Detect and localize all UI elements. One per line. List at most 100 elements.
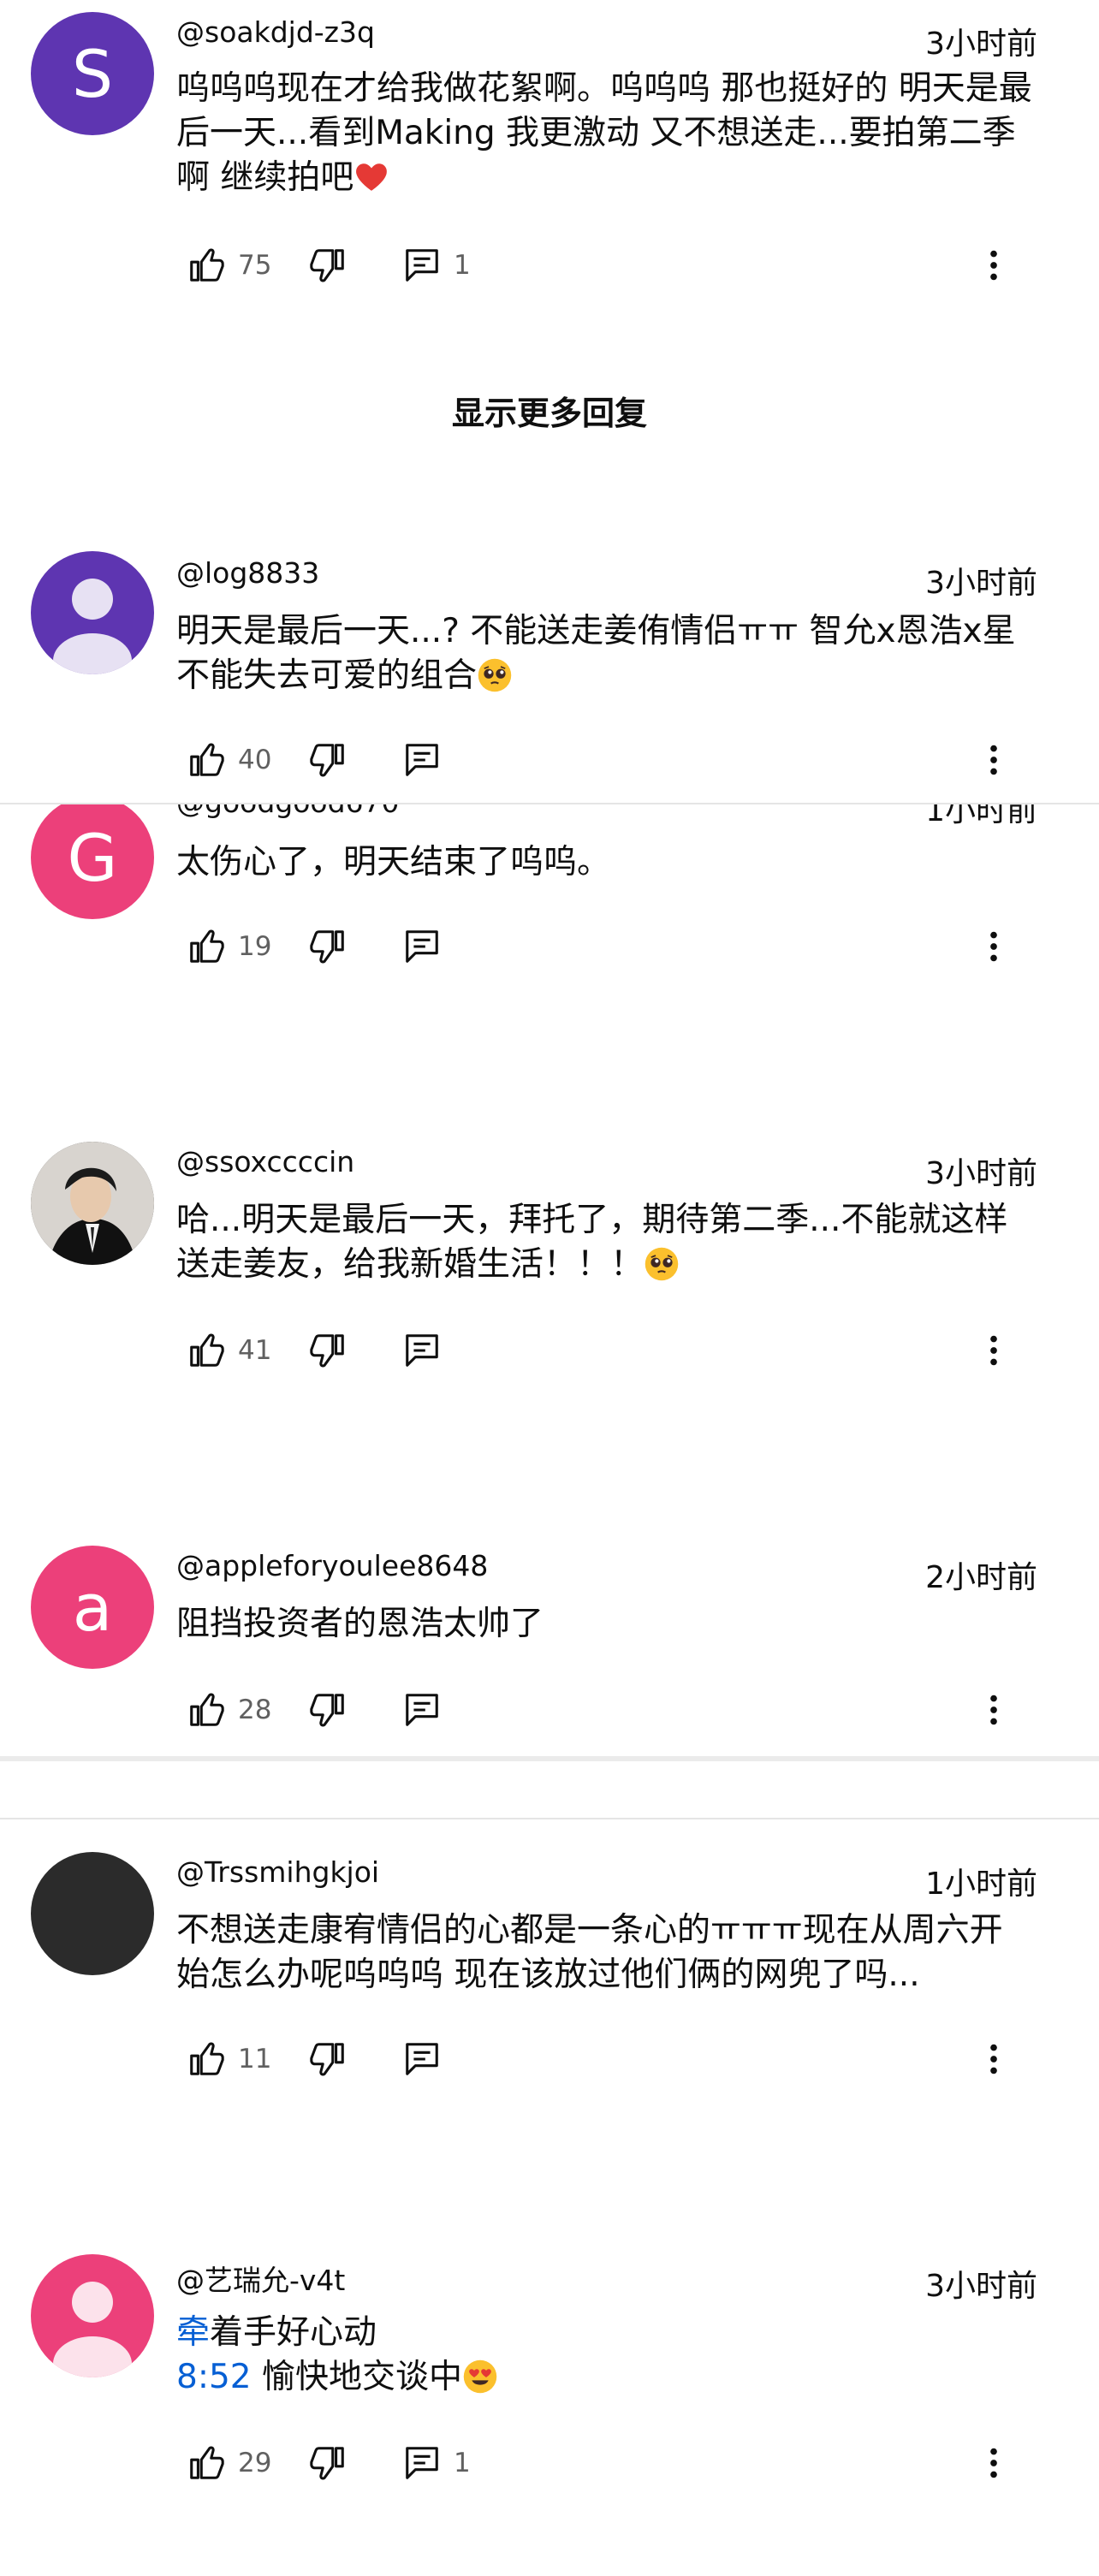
more-options-button[interactable]	[974, 921, 1013, 972]
reply-icon	[402, 2039, 442, 2079]
like-count: 75	[238, 250, 272, 281]
dislike-button[interactable]	[308, 1325, 348, 1376]
timestamp-link[interactable]: 8:52	[176, 2358, 252, 2396]
like-button[interactable]: 19	[187, 921, 271, 972]
like-button[interactable]: 28	[187, 1684, 271, 1736]
reply-button[interactable]	[402, 1684, 442, 1736]
comment-author[interactable]: @appleforyoulee8648	[176, 1549, 488, 1582]
thumbs-down-icon	[308, 740, 348, 780]
comment-text-line: 8:52 愉快地交谈中	[176, 2355, 1032, 2400]
thumbs-up-icon	[187, 927, 226, 966]
like-count: 41	[238, 1335, 272, 1366]
pleading-face-emoji-icon	[644, 1246, 680, 1282]
comment-author[interactable]: @ssoxccccin	[176, 1145, 354, 1178]
thumbs-down-icon	[308, 1690, 348, 1730]
more-options-button[interactable]	[974, 2033, 1013, 2085]
like-button[interactable]: 40	[187, 734, 271, 786]
comment-text-content: 哈...明天是最后一天，拜托了，期待第二季...不能就这样送走姜友，给我新婚生活…	[176, 1201, 1008, 1284]
comment-text: 呜呜呜现在才给我做花絮啊。呜呜呜 那也挺好的 明天是最后一天...看到Makin…	[176, 67, 1032, 200]
comment-author[interactable]: @goodgood670	[176, 804, 400, 819]
reply-button[interactable]: 1	[402, 2437, 471, 2489]
comment-actions: 41	[176, 1325, 1041, 1376]
avatar[interactable]: S	[31, 12, 154, 135]
more-options-button[interactable]	[974, 1684, 1013, 1736]
show-more-replies-button[interactable]: 显示更多回复	[0, 387, 1099, 434]
person-icon	[31, 551, 154, 674]
like-button[interactable]: 75	[187, 240, 271, 291]
hashtag-link[interactable]: 牵	[176, 2313, 210, 2352]
more-options-button[interactable]	[974, 2437, 1013, 2489]
more-vert-icon	[974, 246, 1013, 285]
comment-text-content: 阻挡投资者的恩浩太帅了	[176, 1605, 544, 1643]
heart-emoji-icon	[353, 159, 389, 195]
more-vert-icon	[974, 1331, 1013, 1370]
avatar-letter: G	[67, 819, 118, 896]
comment-text-content: 不想送走康宥情侣的心都是一条心的ㅠㅠㅠ现在从周六开始怎么办呢呜呜呜 现在该放过他…	[176, 1911, 1003, 1994]
dislike-button[interactable]	[308, 1684, 348, 1736]
thumbs-down-icon	[308, 246, 348, 285]
comment-actions: 29 1	[176, 2437, 1041, 2489]
thumbs-up-icon	[187, 740, 226, 780]
reply-button[interactable]	[402, 921, 442, 972]
comment-actions: 11	[176, 2033, 1041, 2085]
avatar[interactable]: a	[31, 1546, 154, 1669]
more-options-button[interactable]	[974, 240, 1013, 291]
like-count: 40	[238, 745, 272, 775]
like-button[interactable]: 11	[187, 2033, 271, 2085]
avatar[interactable]	[31, 2254, 154, 2377]
comment-actions: 28	[176, 1684, 1041, 1736]
reply-button[interactable]: 1	[402, 240, 471, 291]
like-count: 19	[238, 931, 272, 962]
reply-button[interactable]	[402, 1325, 442, 1376]
comment-text: 哈...明天是最后一天，拜托了，期待第二季...不能就这样送走姜友，给我新婚生活…	[176, 1198, 1032, 1287]
dislike-button[interactable]	[308, 921, 348, 972]
comment-text: 牵着手好心动 8:52 愉快地交谈中	[176, 2311, 1032, 2400]
thumbs-up-icon	[187, 2443, 226, 2483]
more-options-button[interactable]	[974, 1325, 1013, 1376]
like-count: 11	[238, 2044, 272, 2074]
avatar-letter: S	[71, 35, 114, 112]
comment-text-line: 牵着手好心动	[176, 2311, 1032, 2355]
comment-author[interactable]: @艺瑞允-v4t	[176, 2258, 345, 2299]
comment-timestamp: 3小时前	[925, 27, 1037, 62]
reply-button[interactable]	[402, 2033, 442, 2085]
comment-author[interactable]: @log8833	[176, 556, 319, 590]
reply-count: 1	[454, 2448, 471, 2478]
avatar[interactable]	[31, 551, 154, 674]
reply-button[interactable]	[402, 734, 442, 786]
divider	[0, 1818, 1099, 1819]
more-options-button[interactable]	[974, 734, 1013, 786]
thumbs-down-icon	[308, 2039, 348, 2079]
comment-text: 不想送走康宥情侣的心都是一条心的ㅠㅠㅠ现在从周六开始怎么办呢呜呜呜 现在该放过他…	[176, 1908, 1032, 1997]
avatar[interactable]	[31, 1142, 154, 1265]
comment-text-content: 太伤心了，明天结束了呜呜。	[176, 843, 611, 881]
avatar[interactable]: G	[31, 804, 154, 919]
comment-author[interactable]: @soakdjd-z3q	[176, 15, 375, 49]
more-vert-icon	[974, 740, 1013, 780]
like-button[interactable]: 29	[187, 2437, 271, 2489]
comment-timestamp: 3小时前	[925, 566, 1037, 601]
profile-photo	[31, 1142, 154, 1265]
comment-text: 太伤心了，明天结束了呜呜。	[176, 840, 1032, 885]
comment-timestamp: 2小时前	[925, 1560, 1037, 1595]
comment-text-content: 着手好心动	[210, 2313, 377, 2352]
dislike-button[interactable]	[308, 2033, 348, 2085]
more-vert-icon	[974, 1690, 1013, 1730]
comment-author[interactable]: @Trssmihgkjoi	[176, 1855, 379, 1889]
thumbs-down-icon	[308, 1331, 348, 1370]
pleading-face-emoji-icon	[477, 657, 513, 693]
thumbs-up-icon	[187, 2039, 226, 2079]
more-vert-icon	[974, 927, 1013, 966]
reply-icon	[402, 927, 442, 966]
dislike-button[interactable]	[308, 2437, 348, 2489]
dislike-button[interactable]	[308, 240, 348, 291]
comment-actions: 40	[176, 734, 1041, 786]
like-button[interactable]: 41	[187, 1325, 271, 1376]
comment-text-content: 明天是最后一天...? 不能送走姜侑情侣ㅠㅠ 智允x恩浩x星 不能失去可爱的组合	[176, 612, 1016, 695]
avatar[interactable]	[31, 1852, 154, 1975]
like-count: 28	[238, 1695, 272, 1725]
person-icon	[31, 2254, 154, 2377]
comment-timestamp: 3小时前	[925, 2269, 1037, 2304]
dislike-button[interactable]	[308, 734, 348, 786]
reply-icon	[402, 740, 442, 780]
